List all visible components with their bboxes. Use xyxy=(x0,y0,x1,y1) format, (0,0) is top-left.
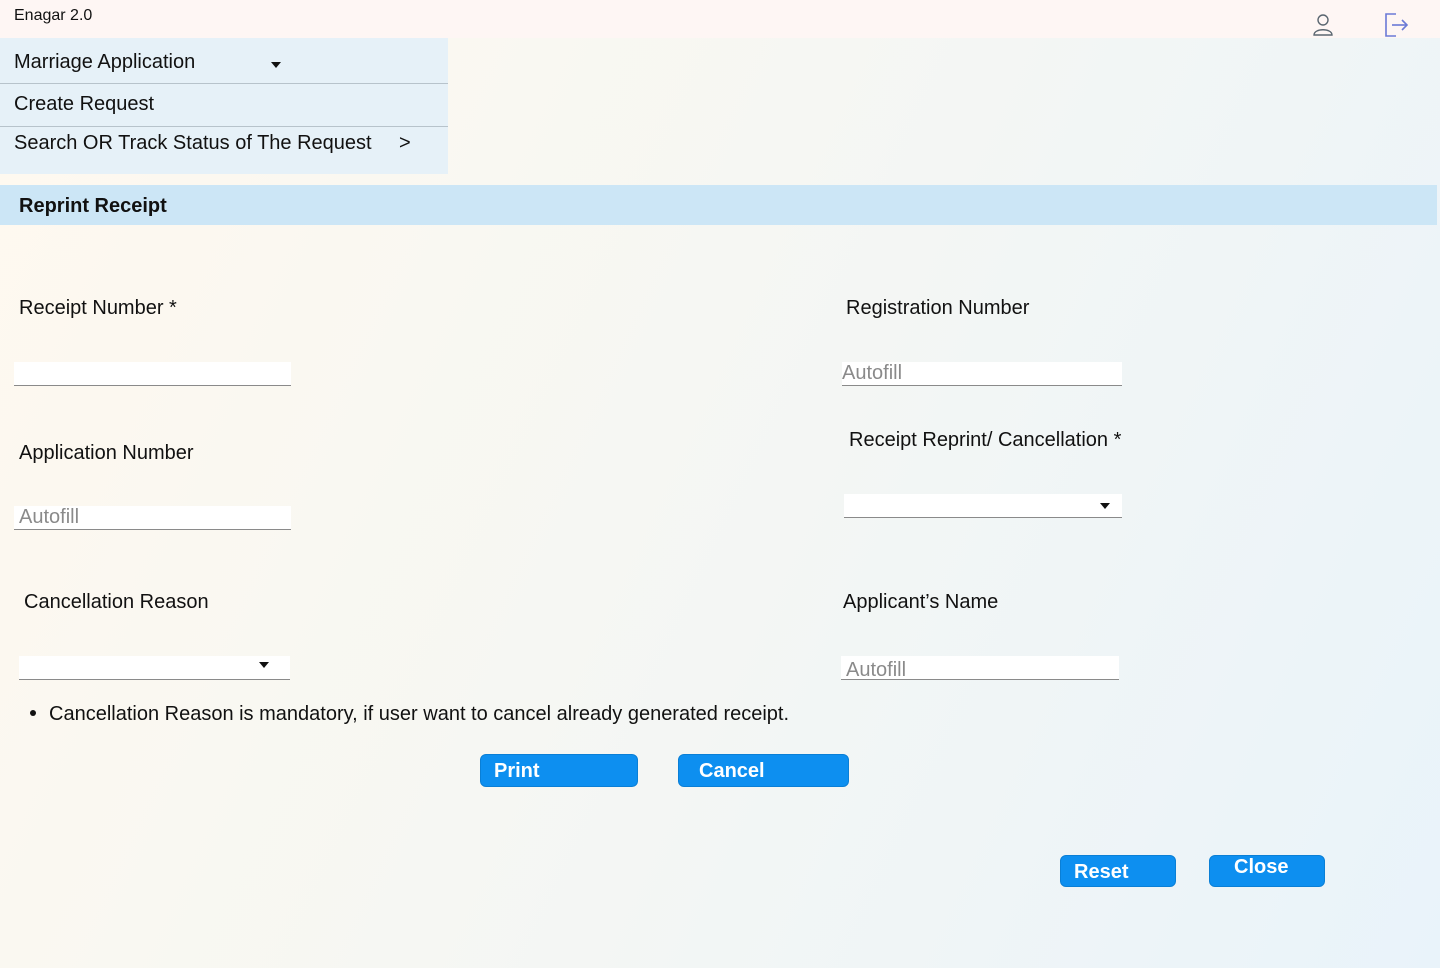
top-bar: Enagar 2.0 xyxy=(0,0,1440,38)
app-title: Enagar 2.0 xyxy=(14,7,93,24)
menu-item-label: Create Request xyxy=(14,93,155,115)
cancellation-reason-label: Cancellation Reason xyxy=(24,591,209,613)
section-title: Reprint Receipt xyxy=(19,195,167,217)
print-button[interactable]: Print xyxy=(480,754,638,787)
close-button[interactable]: Close xyxy=(1209,855,1325,887)
reset-button[interactable]: Reset xyxy=(1060,855,1176,887)
cancel-button-label: Cancel xyxy=(699,760,765,782)
applicant-name-input[interactable] xyxy=(841,656,1119,680)
registration-number-input[interactable] xyxy=(842,362,1122,386)
reset-button-label: Reset xyxy=(1074,861,1129,883)
cancel-button[interactable]: Cancel xyxy=(678,754,849,787)
menu-divider xyxy=(0,126,448,127)
application-number-input[interactable] xyxy=(14,506,291,530)
bullet-icon xyxy=(30,709,36,716)
reprint-cancellation-label: Receipt Reprint/ Cancellation * xyxy=(849,429,1122,451)
section-header: Reprint Receipt xyxy=(0,185,1437,225)
registration-number-label: Registration Number xyxy=(846,297,1030,319)
menu-item-marriage-application[interactable]: Marriage Application xyxy=(0,51,448,81)
applicant-name-label: Applicant’s Name xyxy=(843,591,999,613)
caret-down-icon xyxy=(271,62,281,68)
note-text: Cancellation Reason is mandatory, if use… xyxy=(49,703,790,725)
marriage-application-menu: Marriage Application Create Request Sear… xyxy=(0,38,448,174)
user-icon[interactable] xyxy=(1310,12,1336,38)
mandatory-note: Cancellation Reason is mandatory, if use… xyxy=(30,703,789,726)
caret-down-icon xyxy=(259,662,269,668)
menu-item-label: Marriage Application xyxy=(14,51,196,73)
reprint-cancellation-select[interactable] xyxy=(844,494,1122,518)
menu-item-label: Search OR Track Status of The Request xyxy=(14,132,372,154)
logout-icon[interactable] xyxy=(1381,10,1411,40)
receipt-number-label: Receipt Number * xyxy=(19,297,177,319)
print-button-label: Print xyxy=(494,760,540,782)
receipt-number-input[interactable] xyxy=(14,362,291,386)
cancellation-reason-select[interactable] xyxy=(19,656,290,680)
application-number-label: Application Number xyxy=(19,442,194,464)
menu-item-create-request[interactable]: Create Request xyxy=(0,93,448,123)
caret-down-icon xyxy=(1100,503,1110,509)
menu-divider xyxy=(0,83,448,84)
close-button-label: Close xyxy=(1234,856,1289,878)
chevron-right-icon: > xyxy=(399,132,411,154)
menu-item-search-track-status[interactable]: Search OR Track Status of The Request > xyxy=(0,132,448,162)
